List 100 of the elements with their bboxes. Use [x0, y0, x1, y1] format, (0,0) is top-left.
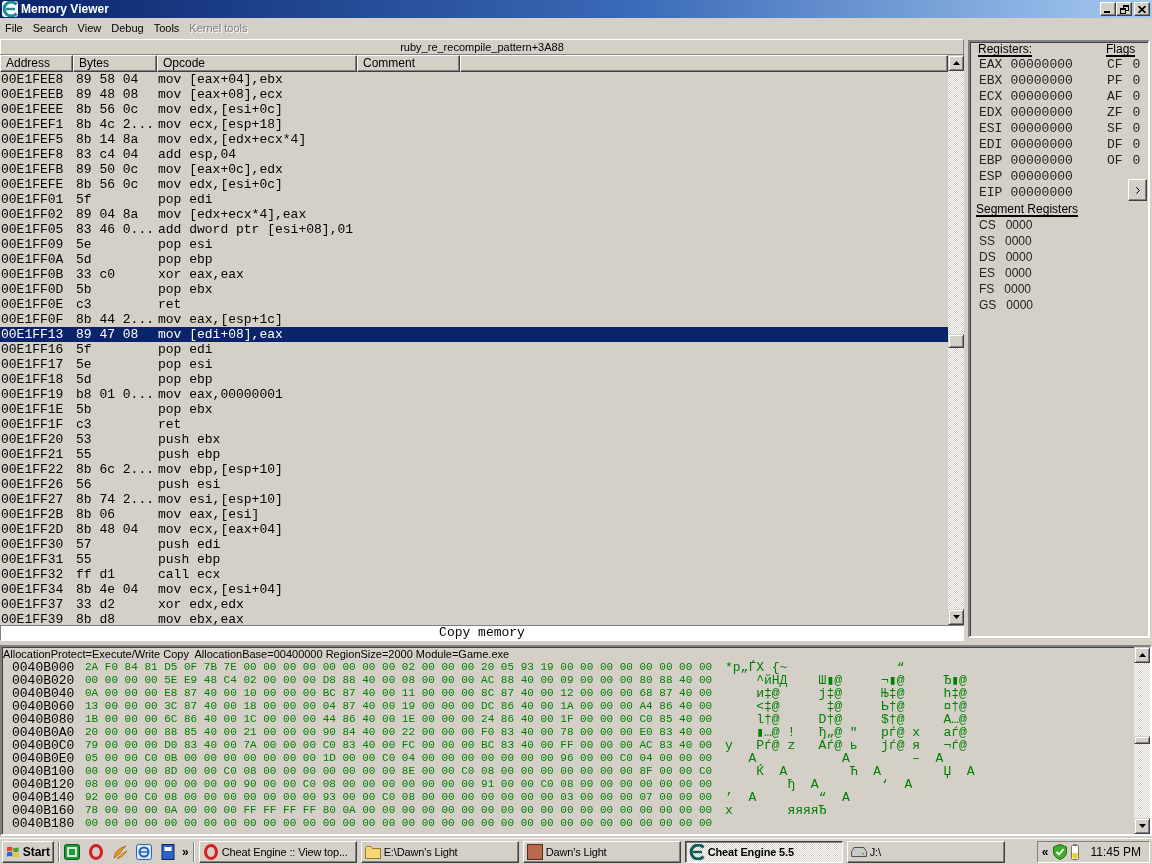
disassembly-row[interactable]: 00E1FF2D 8b 48 04 mov ecx,[eax+04]	[0, 522, 948, 537]
disassembly-row[interactable]: 00E1FEF8 83 c4 04 add esp,04	[0, 147, 948, 162]
taskbar-button[interactable]: J:\	[846, 840, 1005, 863]
opcode-cell: push edi	[158, 537, 221, 552]
scroll-thumb[interactable]	[948, 334, 964, 348]
disassembly-row[interactable]: 00E1FF13 89 47 08 mov [edi+08],eax	[0, 327, 948, 342]
disassembly-row[interactable]: 00E1FF2B 8b 06 mov eax,[esi]	[0, 507, 948, 522]
disassembly-row[interactable]: 00E1FEF5 8b 14 8a mov edx,[edx+ecx*4]	[0, 132, 948, 147]
register-value: 00000000	[1010, 153, 1073, 169]
flag-value: 0	[1132, 57, 1141, 73]
column-header[interactable]: Comment	[357, 55, 460, 72]
segment-value: 0000	[1005, 217, 1033, 233]
column-header[interactable]	[460, 55, 948, 72]
disassembly-row[interactable]: 00E1FF0B 33 c0 xor eax,eax	[0, 267, 948, 282]
disassembly-row[interactable]: 00E1FF02 89 04 8a mov [edx+ecx*4],eax	[0, 207, 948, 222]
column-header[interactable]: Bytes	[73, 55, 157, 72]
disassembly-row[interactable]: 00E1FF22 8b 6c 2... mov ebp,[esp+10]	[0, 462, 948, 477]
disassembly-row[interactable]: 00E1FEEB 89 48 08 mov [eax+08],ecx	[0, 87, 948, 102]
close-button[interactable]	[1134, 2, 1150, 16]
quick-launch-more[interactable]: »	[182, 844, 189, 859]
disassembly-row[interactable]: 00E1FEFE 8b 56 0c mov edx,[esi+0c]	[0, 177, 948, 192]
disassembly-row[interactable]: 00E1FF32 ff d1 call ecx	[0, 567, 948, 582]
taskbar-button[interactable]: E:\Dawn's Light	[360, 840, 519, 863]
restore-button[interactable]	[1116, 2, 1132, 16]
ring-icon[interactable]	[88, 843, 104, 860]
bytes-cell: 89 04 8a	[76, 207, 139, 222]
disassembly-row[interactable]: 00E1FF1E 5b pop ebx	[0, 402, 948, 417]
disassembly-row[interactable]: 00E1FF09 5e pop esi	[0, 237, 948, 252]
ascii-text: *р„ЃХ {~ “	[725, 661, 905, 674]
disassembly-row[interactable]: 00E1FF21 55 push ebp	[0, 447, 948, 462]
start-button[interactable]: Start	[2, 840, 54, 863]
disassembly-row[interactable]: 00E1FEEE 8b 56 0c mov edx,[esi+0c]	[0, 102, 948, 117]
bytes-cell: 8b 4c 2...	[76, 117, 154, 132]
disassembly-row[interactable]: 00E1FEFB 89 50 0c mov [eax+0c],edx	[0, 162, 948, 177]
bytes-cell: 57	[76, 537, 92, 552]
expand-button[interactable]	[1128, 179, 1147, 201]
hex-bytes: 05 00 00 C0 0B 00 00 00 00 00 00 00 1D 00 00 C0 04 00 00 00 00 00 00 00 96 00 00 C0 04 00 00 00	[85, 752, 713, 765]
taskbar-button[interactable]: Cheat Engine 5.5	[684, 840, 843, 863]
disassembly-row[interactable]: 00E1FF05 83 46 0... add dword ptr [esi+08],01	[0, 222, 948, 237]
disassembly-row[interactable]: 00E1FF34 8b 4e 04 mov ecx,[esi+04]	[0, 582, 948, 597]
disassembly-row[interactable]: 00E1FF20 53 push ebx	[0, 432, 948, 447]
scroll-up-button[interactable]	[948, 55, 964, 71]
disassembly-row[interactable]: 00E1FF37 33 d2 xor edx,edx	[0, 597, 948, 612]
globe-icon[interactable]	[136, 843, 152, 860]
opcode-cell: pop edi	[158, 192, 213, 207]
taskbar-button[interactable]: Cheat Engine :: View top...	[198, 840, 357, 863]
shield-check-icon[interactable]	[1052, 843, 1067, 860]
disassembly-row[interactable]: 00E1FF30 57 push edi	[0, 537, 948, 552]
logo-icon	[688, 843, 705, 860]
bytes-cell: 5f	[76, 192, 92, 207]
scrollbar[interactable]	[1134, 647, 1150, 834]
menu-item[interactable]: View	[72, 20, 107, 36]
menu-item[interactable]: File	[0, 20, 28, 36]
address-cell: 00E1FF1F	[1, 417, 64, 432]
triangle-up-icon	[1138, 653, 1146, 657]
disassembly-row[interactable]: 00E1FF17 5e pop esi	[0, 357, 948, 372]
bytes-cell: 8b d8	[76, 612, 115, 625]
address-cell: 00E1FF0F	[1, 312, 64, 327]
scroll-up-button[interactable]	[1134, 647, 1150, 663]
region-info: AllocationProtect=Execute/Write Copy AllocationBase=00400000 RegionSize=2000 Module=Game.exe	[3, 647, 510, 661]
disassembly-row[interactable]: 00E1FEF1 8b 4c 2... mov ecx,[esp+18]	[0, 117, 948, 132]
opcode-cell: mov eax,[esp+1c]	[158, 312, 283, 327]
disassembly-row[interactable]: 00E1FF18 5d pop ebp	[0, 372, 948, 387]
bytes-cell: 33 d2	[76, 597, 115, 612]
scroll-thumb[interactable]	[1134, 736, 1150, 744]
disassembly-row[interactable]: 00E1FF1F c3 ret	[0, 417, 948, 432]
bytes-cell: ff d1	[76, 567, 115, 582]
disassembly-row[interactable]: 00E1FF19 b8 01 0... mov eax,00000001	[0, 387, 948, 402]
menu-item[interactable]: Debug	[106, 20, 149, 36]
disassembly-row[interactable]: 00E1FF31 55 push ebp	[0, 552, 948, 567]
disassembly-row[interactable]: 00E1FF0E c3 ret	[0, 297, 948, 312]
flag-value: 0	[1132, 121, 1141, 137]
minimize-button[interactable]	[1100, 2, 1116, 16]
menu-item[interactable]: Search	[27, 20, 73, 36]
disassembly-row[interactable]: 00E1FF0A 5d pop ebp	[0, 252, 948, 267]
column-header[interactable]: Opcode	[157, 55, 357, 72]
taskbar-button[interactable]: Dawn's Light	[522, 840, 681, 863]
swirl-icon[interactable]	[112, 843, 128, 860]
opcode-cell: ret	[158, 417, 182, 432]
disassembly-row[interactable]: 00E1FF26 56 push esi	[0, 477, 948, 492]
disassembly-row[interactable]: 00E1FF0F 8b 44 2... mov eax,[esp+1c]	[0, 312, 948, 327]
tray-expand[interactable]: «	[1041, 844, 1049, 859]
hex-address: 0040B000	[12, 661, 75, 674]
book-icon[interactable]	[160, 843, 176, 860]
disassembly-row[interactable]: 00E1FF16 5f pop edi	[0, 342, 948, 357]
disassembly-row[interactable]: 00E1FEE8 89 58 04 mov [eax+04],ebx	[0, 72, 948, 87]
segment-value: 0000	[1005, 233, 1032, 249]
flag-value: 0	[1132, 137, 1141, 153]
scroll-down-button[interactable]	[1134, 818, 1150, 834]
scroll-down-button[interactable]	[948, 609, 964, 625]
menu-item[interactable]: Tools	[148, 20, 185, 36]
tile-icon[interactable]	[64, 843, 80, 860]
disassembly-row[interactable]: 00E1FF0D 5b pop ebx	[0, 282, 948, 297]
column-header[interactable]: Address	[0, 55, 73, 72]
battery-icon[interactable]	[1070, 843, 1079, 860]
disassembly-row[interactable]: 00E1FF39 8b d8 mov ebx,eax	[0, 612, 948, 625]
scrollbar[interactable]	[948, 55, 964, 625]
disassembly-row[interactable]: 00E1FF01 5f pop edi	[0, 192, 948, 207]
disassembly-row[interactable]: 00E1FF27 8b 74 2... mov esi,[esp+10]	[0, 492, 948, 507]
flag-name: CF	[1107, 57, 1123, 73]
